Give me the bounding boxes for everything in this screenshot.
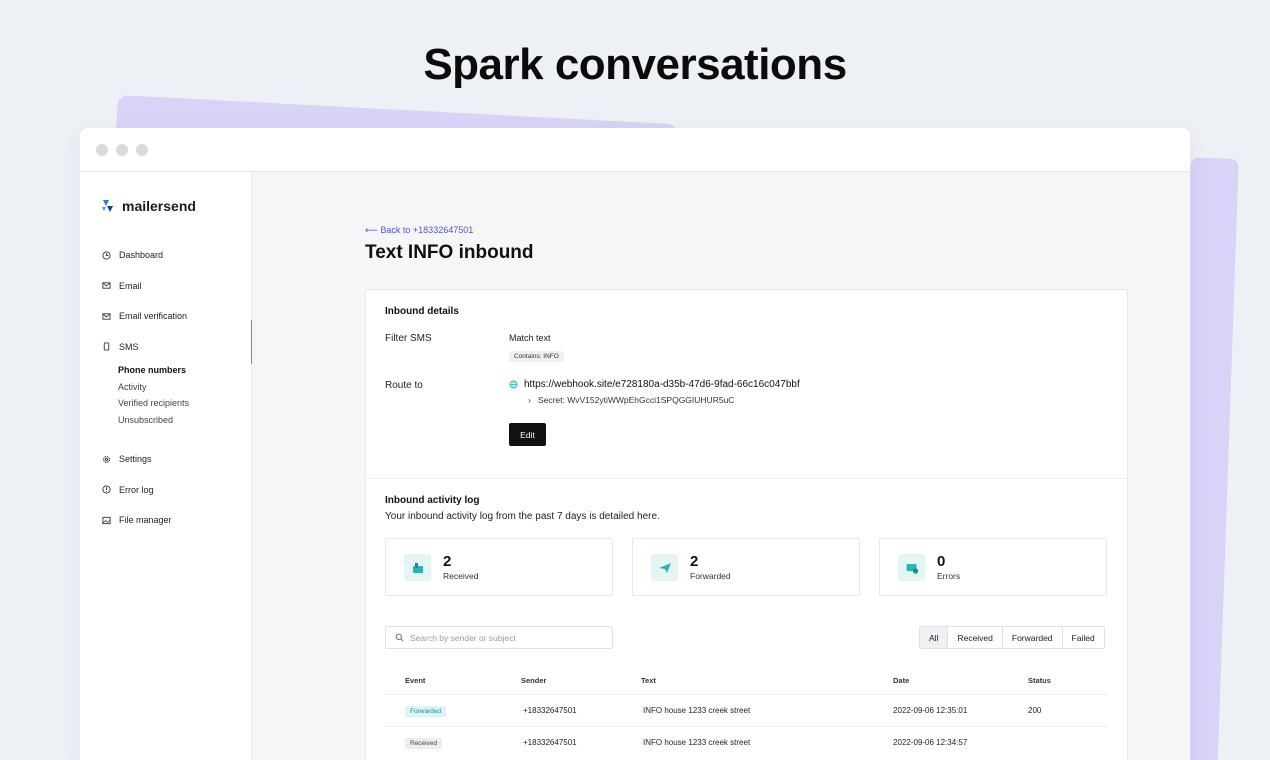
column-header-sender[interactable]: Sender (521, 676, 546, 685)
sidebar-nav: Dashboard Email Email verification SMS P… (80, 240, 253, 536)
sidebar-sub-phone-numbers[interactable]: Phone numbers (80, 362, 252, 379)
section-divider (366, 478, 1127, 479)
sidebar-item-file-manager[interactable]: File manager (80, 505, 252, 536)
inbox-icon (404, 554, 431, 581)
stat-value: 2 (690, 553, 699, 570)
mail-icon (102, 282, 111, 289)
send-icon (651, 554, 678, 581)
sidebar-item-label: SMS (119, 341, 139, 352)
event-filter-group: All Received Forwarded Failed (919, 626, 1105, 649)
search-input[interactable] (410, 632, 600, 643)
stat-label: Received (443, 571, 479, 581)
gear-icon (103, 455, 110, 463)
sidebar-item-label: Settings (119, 454, 152, 465)
filter-sms-label: Filter SMS (385, 333, 432, 344)
filter-pill: Contains: INFO (509, 351, 564, 362)
phone-icon (103, 342, 110, 351)
cell-date: 2022-09-06 12:34:57 (893, 738, 968, 747)
cell-sender: +18332647501 (523, 706, 577, 715)
window-dot-minimize[interactable] (116, 143, 128, 156)
column-header-event[interactable]: Event (405, 676, 425, 685)
activity-log-title: Inbound activity log (385, 495, 480, 506)
table-row[interactable]: Forwarded +18332647501 INFO house 1233 c… (385, 694, 1108, 726)
column-header-text[interactable]: Text (641, 676, 656, 685)
filter-all-button[interactable]: All (920, 627, 948, 648)
inbound-details-title: Inbound details (385, 306, 459, 317)
clock-icon (102, 251, 111, 260)
stat-value: 2 (443, 553, 452, 570)
table-row[interactable]: Received +18332647501 INFO house 1233 cr… (385, 726, 1108, 758)
edit-button[interactable]: Edit (509, 423, 546, 446)
stat-label: Forwarded (690, 571, 731, 581)
globe-icon (509, 380, 518, 389)
route-url-text: https://webhook.site/e728180a-d35b-47d6-… (524, 379, 800, 390)
activity-log-description: Your inbound activity log from the past … (385, 511, 660, 522)
sidebar-item-label: Error log (119, 484, 154, 495)
sidebar-sub-activity[interactable]: Activity (80, 379, 252, 396)
cell-date: 2022-09-06 12:35:01 (893, 706, 968, 715)
stat-label: Errors (937, 571, 961, 581)
event-badge-received: Received (405, 738, 443, 749)
cell-text: INFO house 1233 creek street (643, 706, 751, 715)
event-badge-forwarded: Forwarded (405, 706, 447, 717)
route-to-label: Route to (385, 380, 423, 391)
sidebar-item-label: Email (119, 280, 142, 291)
brand-logo[interactable]: mailersend (100, 198, 196, 214)
column-header-status[interactable]: Status (1028, 676, 1051, 685)
page-headline: Spark conversations (423, 40, 847, 89)
sidebar-item-label: File manager (119, 515, 172, 526)
filter-failed-button[interactable]: Failed (1061, 627, 1104, 648)
error-mail-icon (898, 554, 925, 581)
stat-forwarded: 2 Forwarded (632, 538, 860, 596)
route-url[interactable]: https://webhook.site/e728180a-d35b-47d6-… (509, 379, 800, 390)
alert-icon (102, 485, 111, 494)
window-titlebar (80, 128, 1190, 172)
sidebar-sub-verified-recipients[interactable]: Verified recipients (80, 395, 252, 412)
sidebar-sub-unsubscribed[interactable]: Unsubscribed (80, 412, 252, 429)
mailersend-logo-icon (102, 200, 113, 212)
cell-status: 200 (1028, 706, 1042, 715)
sidebar-item-label: Email verification (119, 311, 188, 322)
stat-value: 0 (937, 553, 946, 570)
brand-name: mailersend (122, 198, 196, 214)
mail-check-icon (102, 313, 111, 320)
sidebar-item-email[interactable]: Email (80, 271, 252, 302)
stat-errors: 0 Errors (879, 538, 1107, 596)
inbound-card: Inbound details Filter SMS Match text Co… (365, 289, 1128, 760)
filter-sms-value: Match text (509, 333, 551, 343)
cell-sender: +18332647501 (523, 738, 577, 747)
sidebar-item-settings[interactable]: Settings (80, 444, 252, 475)
filter-received-button[interactable]: Received (947, 627, 1002, 648)
window-dot-close[interactable] (96, 143, 108, 156)
page-title: Text INFO inbound (365, 242, 534, 263)
stat-received: 2 Received (385, 538, 613, 596)
image-icon (102, 516, 111, 524)
sidebar-item-dashboard[interactable]: Dashboard (80, 240, 252, 271)
chevron-right-icon: › (528, 395, 531, 405)
search-box (385, 626, 613, 649)
window-dot-maximize[interactable] (136, 143, 148, 156)
secret-text: Secret: WvV152ytiWWpEhGcci1SPQGGIUHUR5uC (537, 395, 735, 405)
sidebar-item-label: Dashboard (119, 250, 164, 261)
app-window: mailersend Dashboard Email Email verific… (80, 128, 1190, 760)
sidebar-item-sms[interactable]: SMS (80, 319, 253, 363)
cell-text: INFO house 1233 creek street (643, 738, 751, 747)
secret-row[interactable]: › Secret: WvV152ytiWWpEhGcci1SPQGGIUHUR5… (528, 395, 734, 405)
sidebar-item-email-verification[interactable]: Email verification (80, 301, 252, 332)
search-icon (395, 633, 404, 642)
filter-forwarded-button[interactable]: Forwarded (1001, 627, 1062, 648)
sidebar: mailersend Dashboard Email Email verific… (80, 172, 253, 760)
column-header-date[interactable]: Date (893, 676, 909, 685)
main-content: ⟵ Back to +18332647501 Text INFO inbound… (252, 172, 1190, 760)
back-link[interactable]: ⟵ Back to +18332647501 (365, 225, 473, 236)
sidebar-item-error-log[interactable]: Error log (80, 475, 252, 506)
